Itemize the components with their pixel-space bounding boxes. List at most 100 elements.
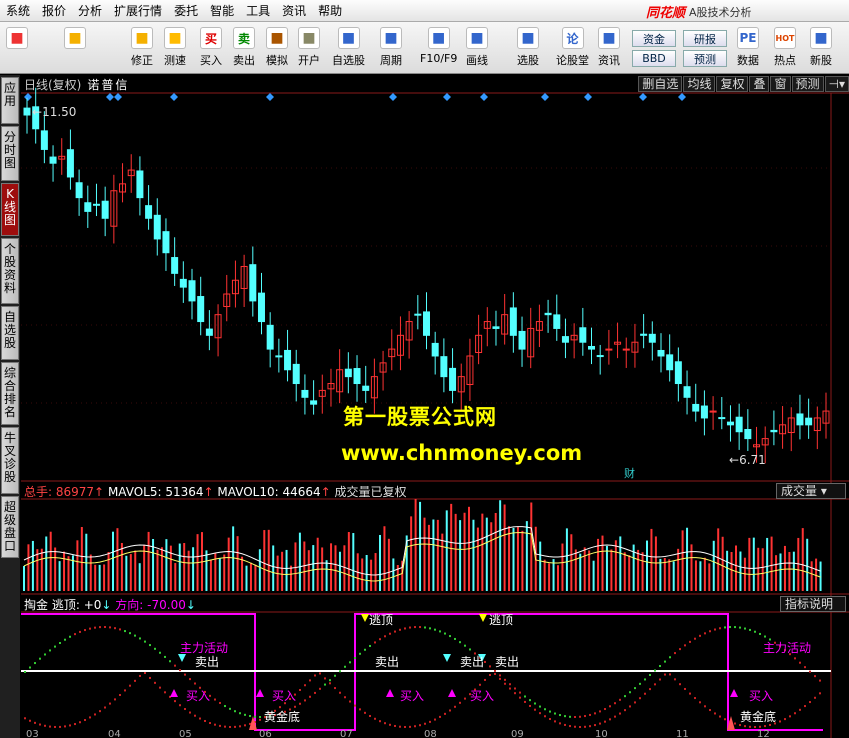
indicator-dot <box>754 725 756 728</box>
indicator-dot <box>349 700 351 703</box>
indicator-dot <box>644 692 646 695</box>
collapse-icon[interactable]: ⊣▾ <box>824 76 849 92</box>
indicator-dot <box>184 708 186 711</box>
indicator-dot <box>534 702 536 705</box>
indicator-dot <box>534 708 536 711</box>
indicator-dot <box>459 701 461 704</box>
candle-body <box>509 307 517 336</box>
candle-body <box>744 429 752 440</box>
candle-body <box>23 107 31 116</box>
indicator-dot <box>504 678 506 681</box>
stock-name: 诺普信 <box>87 77 130 92</box>
escape-value: 逃顶: +0 <box>51 598 102 612</box>
indicator-dot <box>99 626 101 629</box>
indicator-dot <box>429 720 431 723</box>
candle-body <box>657 349 665 357</box>
watermark-url: www.chnmoney.com <box>341 441 583 465</box>
indicator-help-button[interactable]: 指标说明 <box>780 596 846 612</box>
candle-body <box>344 368 352 378</box>
chart-right-buttons: 删自选 均线 复权 叠 窗 预测 ⊣▾ <box>638 76 849 92</box>
indicator-dot <box>544 715 546 718</box>
indicator-dot <box>669 673 671 676</box>
indicator-dot <box>629 705 631 708</box>
candle-body <box>726 421 734 426</box>
event-diamond-icon <box>443 93 451 101</box>
window-button[interactable]: 窗 <box>770 76 791 92</box>
indicator-dot <box>134 679 136 682</box>
indicator-dot <box>794 657 796 660</box>
indicator-dot <box>454 705 456 708</box>
candle-body <box>179 278 187 288</box>
forecast-button[interactable]: 预测 <box>791 76 824 92</box>
indicator-dot <box>699 634 701 637</box>
indicator-dot <box>649 673 651 676</box>
indicator-dot <box>89 716 91 719</box>
indicator-dot <box>379 720 381 723</box>
indicator-dot <box>54 725 56 728</box>
candle-body <box>414 313 422 316</box>
indicator-dot <box>39 723 41 726</box>
indicator-dot <box>654 669 656 672</box>
watermark-title: 第一股票公式网 <box>343 405 497 429</box>
indicator-dot <box>629 691 631 694</box>
indicator-dot <box>29 719 31 722</box>
indicator-dot <box>459 641 461 644</box>
candle-body <box>275 355 283 358</box>
sell-label: 卖出 <box>375 655 400 669</box>
indicator-dot <box>209 722 211 725</box>
candle-body <box>136 170 144 199</box>
indicator-dot <box>299 702 301 705</box>
indicator-panel-header: 掏金 逃顶: +0↓ 方向: -70.00↓ <box>24 596 196 613</box>
remove-watchlist-button[interactable]: 删自选 <box>638 76 683 92</box>
total-volume: 总手: 86977 <box>24 485 95 499</box>
indicator-dot <box>239 725 241 728</box>
indicator-dot <box>194 714 196 717</box>
time-tick-label: 11 <box>676 729 689 738</box>
escape-label: 逃顶 <box>369 613 394 627</box>
indicator-dot <box>159 686 161 689</box>
indicator-dot <box>764 725 766 728</box>
indicator-dot <box>339 691 341 694</box>
indicator-dot <box>519 696 521 699</box>
indicator-dot <box>744 725 746 728</box>
buy-triangle-icon <box>448 689 456 697</box>
candle-body <box>596 355 604 358</box>
golden-bottom-label: 黄金底 <box>264 710 301 724</box>
indicator-dot <box>254 715 256 718</box>
adjust-button[interactable]: 复权 <box>716 76 749 92</box>
period-label[interactable]: 日线(复权) <box>24 76 81 93</box>
moving-average-button[interactable]: 均线 <box>683 76 716 92</box>
buy-label: 买入 <box>272 689 297 703</box>
indicator-dot <box>604 708 606 711</box>
indicator-dot <box>329 682 331 685</box>
indicator-dot <box>44 724 46 727</box>
overlay-button[interactable]: 叠 <box>749 76 770 92</box>
indicator-dot <box>214 723 216 726</box>
indicator-dot <box>384 722 386 725</box>
indicator-dot <box>624 709 626 712</box>
indicator-dot <box>659 665 661 668</box>
indicator-dot <box>779 720 781 723</box>
indicator-dot <box>444 632 446 635</box>
volume-selector[interactable]: 成交量 ▾ <box>776 483 846 499</box>
time-tick-label: 03 <box>26 729 39 738</box>
indicator-dot <box>729 626 731 629</box>
indicator-dot <box>529 699 531 702</box>
candle-body <box>92 203 100 206</box>
indicator-dot <box>444 712 446 715</box>
chart-canvas[interactable]: 03 04 05 06 07 08 09 10 11 12 <box>0 0 849 738</box>
indicator-dot <box>609 718 611 721</box>
indicator-dot <box>259 718 261 721</box>
event-diamond-icon <box>584 93 592 101</box>
candle-body <box>257 292 265 323</box>
indicator-dot <box>574 715 576 718</box>
indicator-dot <box>369 644 371 647</box>
indicator-dot <box>634 687 636 690</box>
indicator-dot <box>49 649 51 652</box>
indicator-dot <box>784 718 786 721</box>
indicator-dot <box>734 722 736 725</box>
indicator-dot <box>719 627 721 630</box>
financial-marker[interactable]: 财 <box>624 465 635 481</box>
indicator-dot <box>174 700 176 703</box>
indicator-dot <box>464 644 466 647</box>
